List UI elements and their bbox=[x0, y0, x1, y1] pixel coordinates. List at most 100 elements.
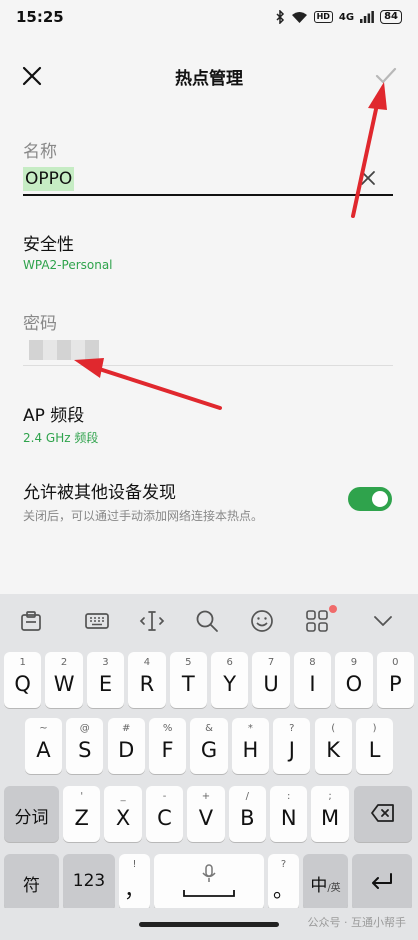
hd-badge: HD bbox=[313, 11, 333, 23]
key-o[interactable]: 9O bbox=[335, 652, 373, 708]
key-u[interactable]: 7U bbox=[252, 652, 290, 708]
notification-dot bbox=[329, 605, 337, 613]
key-e[interactable]: 3E bbox=[86, 652, 125, 708]
backspace-key[interactable] bbox=[354, 786, 412, 842]
key-y[interactable]: 6Y bbox=[211, 652, 249, 708]
security-title[interactable]: 安全性 bbox=[23, 230, 74, 255]
key-label: A bbox=[36, 738, 51, 762]
key-label: P bbox=[388, 672, 402, 696]
key-alt-label: 1 bbox=[19, 657, 26, 668]
signal-icon bbox=[360, 11, 374, 23]
key-label: S bbox=[78, 738, 92, 762]
key-d[interactable]: # D bbox=[107, 718, 145, 774]
key-alt-label: 9 bbox=[350, 657, 358, 668]
key-alt-label: : bbox=[287, 791, 291, 802]
comma-key[interactable]: !， bbox=[119, 854, 150, 910]
split-word-key[interactable]: 分词 bbox=[4, 786, 59, 842]
key-s[interactable]: @ S bbox=[66, 718, 104, 774]
key-f[interactable]: % F bbox=[148, 718, 187, 774]
collapse-keyboard-icon[interactable] bbox=[370, 608, 396, 634]
period-key[interactable]: ?。 bbox=[268, 854, 299, 910]
key-label: ， bbox=[124, 878, 145, 902]
key-alt-label: ' bbox=[80, 791, 84, 802]
key-g[interactable]: & G bbox=[190, 718, 228, 774]
lang-sub: /英 bbox=[327, 883, 341, 894]
key-z[interactable]: ' Z bbox=[63, 786, 101, 842]
clear-icon bbox=[361, 171, 375, 185]
key-a[interactable]: ~ A bbox=[24, 718, 63, 774]
number-key[interactable]: 123 bbox=[63, 854, 115, 910]
clear-button[interactable] bbox=[357, 167, 379, 189]
key-c[interactable]: -C bbox=[145, 786, 184, 842]
battery-indicator: 84 bbox=[380, 10, 402, 24]
key-label: V bbox=[198, 806, 214, 830]
bluetooth-icon bbox=[276, 10, 284, 24]
key-w[interactable]: 2W bbox=[45, 652, 83, 708]
key-alt-label: ( bbox=[331, 723, 336, 734]
key-label: K bbox=[326, 738, 341, 762]
band-title[interactable]: AP 频段 bbox=[23, 401, 84, 426]
password-mask bbox=[29, 340, 99, 360]
key-alt-label: ; bbox=[328, 791, 332, 802]
key-alt-label: 4 bbox=[143, 657, 151, 668]
key-alt-label: + bbox=[201, 791, 211, 802]
emoji-icon[interactable] bbox=[249, 608, 275, 634]
keyboard-switch-icon[interactable] bbox=[84, 608, 110, 634]
key-label: X bbox=[115, 806, 131, 830]
key-label: Z bbox=[74, 806, 89, 830]
key-v[interactable]: + V bbox=[187, 786, 225, 842]
search-icon[interactable] bbox=[194, 608, 220, 634]
symbol-key[interactable]: 符 bbox=[4, 854, 59, 910]
key-p[interactable]: 0P bbox=[376, 652, 414, 708]
clipboard-icon[interactable] bbox=[18, 608, 44, 634]
key-j[interactable]: ? J bbox=[273, 718, 311, 774]
enter-icon bbox=[372, 873, 392, 889]
key-l[interactable]: ) L bbox=[355, 718, 394, 774]
key-alt-label: - bbox=[162, 791, 167, 802]
key-n[interactable]: :N bbox=[270, 786, 308, 842]
password-input[interactable] bbox=[23, 336, 393, 366]
key-k[interactable]: (K bbox=[314, 718, 352, 774]
toggle-knob bbox=[372, 491, 388, 507]
confirm-button[interactable] bbox=[372, 62, 400, 90]
key-alt-label: 7 bbox=[267, 657, 275, 668]
language-switch-key[interactable]: 中/英 bbox=[303, 854, 348, 910]
key-alt-label: 3 bbox=[102, 657, 109, 668]
cursor-icon[interactable] bbox=[139, 608, 165, 634]
key-alt-label: ) bbox=[372, 723, 377, 734]
security-value: WPA2-Personal bbox=[23, 258, 113, 272]
key-x[interactable]: _ X bbox=[104, 786, 142, 842]
apps-grid-icon[interactable] bbox=[304, 608, 330, 634]
key-t[interactable]: 5T bbox=[169, 652, 207, 708]
key-label: I bbox=[309, 672, 316, 696]
home-indicator[interactable] bbox=[139, 922, 279, 927]
key-alt-label: ~ bbox=[39, 723, 48, 734]
key-i[interactable]: 8I bbox=[293, 652, 332, 708]
discoverable-toggle[interactable] bbox=[348, 487, 392, 511]
microphone-icon bbox=[202, 864, 216, 882]
discoverable-title: 允许被其他设备发现 bbox=[23, 483, 176, 503]
key-alt-label: 6 bbox=[226, 657, 233, 668]
name-input[interactable]: OPPO bbox=[23, 166, 393, 196]
key-alt-label: 0 bbox=[392, 657, 399, 668]
header: 热点管理 bbox=[0, 50, 418, 102]
key-label: G bbox=[200, 738, 218, 762]
key-q[interactable]: 1Q bbox=[4, 652, 42, 708]
space-key[interactable] bbox=[154, 854, 264, 910]
key-b[interactable]: / B bbox=[228, 786, 266, 842]
key-label: 中/英 bbox=[303, 871, 348, 896]
page-title: 热点管理 bbox=[175, 69, 243, 89]
key-label: T bbox=[181, 672, 195, 696]
key-r[interactable]: 4R bbox=[128, 652, 166, 708]
discoverable-desc: 关闭后，可以通过手动添加网络连接本热点。 bbox=[23, 509, 264, 523]
key-alt-label: @ bbox=[79, 723, 90, 734]
key-m[interactable]: ; M bbox=[311, 786, 349, 842]
name-value: OPPO bbox=[23, 167, 75, 191]
key-label: D bbox=[118, 738, 135, 762]
key-alt-label: & bbox=[205, 723, 213, 734]
key-alt-label: _ bbox=[120, 791, 126, 802]
enter-key[interactable] bbox=[352, 854, 412, 910]
key-h[interactable]: * H bbox=[231, 718, 270, 774]
password-label: 密码 bbox=[23, 314, 57, 334]
key-label: 分词 bbox=[14, 808, 49, 828]
